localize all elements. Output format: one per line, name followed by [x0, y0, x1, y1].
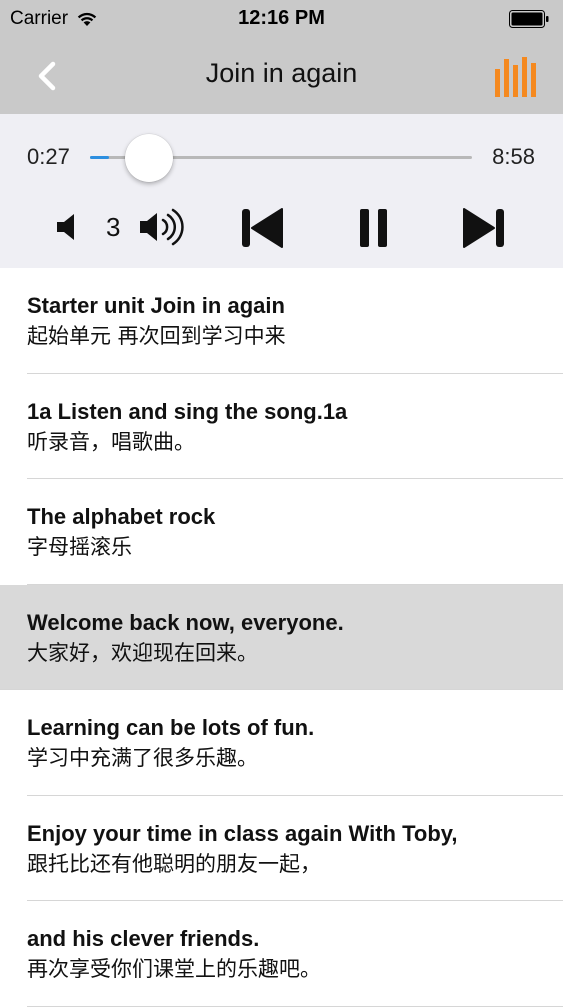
lyric-chinese-text: 再次享受你们课堂上的乐趣吧。 [27, 957, 321, 981]
lyric-row[interactable]: The alphabet rock 字母摇滚乐 [0, 479, 563, 585]
lyric-chinese-text: 字母摇滚乐 [27, 535, 132, 559]
lyric-row[interactable]: Welcome back now, everyone. 大家好，欢迎现在回来。 [0, 584, 563, 690]
lyric-english-text: Welcome back now, everyone. [27, 609, 344, 635]
volume-up-icon[interactable] [138, 206, 190, 248]
lyric-english-text: Learning can be lots of fun. [27, 715, 315, 740]
progress-slider[interactable] [90, 134, 472, 182]
volume-level-label: 3 [106, 212, 121, 242]
lyric-english-text: The alphabet rock [27, 504, 216, 529]
skip-next-icon[interactable] [460, 204, 508, 252]
volume-down-icon[interactable] [54, 212, 84, 242]
status-time: 12:16 PM [238, 7, 325, 29]
chevron-left-icon [38, 61, 56, 91]
progress-thumb[interactable] [125, 134, 174, 182]
page-title: Join in again [205, 58, 358, 88]
lyric-english-text: Starter unit Join in again [27, 293, 285, 318]
navigation-bar: Join in again [0, 38, 563, 114]
lyric-chinese-text: 大家好，欢迎现在回来。 [27, 640, 258, 665]
lyric-chinese-text: 学习中充满了很多乐趣。 [27, 746, 258, 770]
lyric-row[interactable]: 1a Listen and sing the song.1a 听录音，唱歌曲。 [0, 373, 563, 479]
battery-icon [509, 10, 549, 28]
equalizer-icon[interactable] [495, 57, 537, 97]
lyric-row[interactable]: Enjoy your time in class again With Toby… [0, 795, 563, 901]
pause-icon[interactable] [352, 204, 400, 252]
lyric-chinese-text: 听录音，唱歌曲。 [27, 429, 195, 454]
lyrics-list: Starter unit Join in again 起始单元 再次回到学习中来 1… [0, 268, 563, 1007]
skip-previous-icon[interactable] [238, 204, 286, 252]
lyric-row[interactable]: Starter unit Join in again 起始单元 再次回到学习中来 [0, 268, 563, 374]
lyric-english-text: 1a Listen and sing the song.1a [27, 398, 348, 424]
audio-player: 0:27 8:58 3 [0, 114, 563, 268]
lyric-english-text: Enjoy your time in class again With Toby… [27, 820, 458, 846]
lyric-row[interactable]: and his clever friends. 再次享受你们课堂上的乐趣吧。 [0, 901, 563, 1007]
status-bar: Carrier 12:16 PM [0, 0, 563, 38]
lyric-chinese-text: 起始单元 再次回到学习中来 [27, 324, 286, 348]
lyric-english-text: and his clever friends. [27, 926, 260, 951]
total-time-label: 8:58 [492, 144, 535, 169]
lyric-row[interactable]: Learning can be lots of fun. 学习中充满了很多乐趣。 [0, 690, 563, 796]
lyric-chinese-text: 跟托比还有他聪明的朋友一起， [27, 851, 321, 876]
playback-controls: 3 [0, 200, 563, 256]
back-button[interactable] [30, 58, 64, 94]
current-time-label: 0:27 [27, 144, 70, 169]
progress-fill [90, 156, 110, 159]
